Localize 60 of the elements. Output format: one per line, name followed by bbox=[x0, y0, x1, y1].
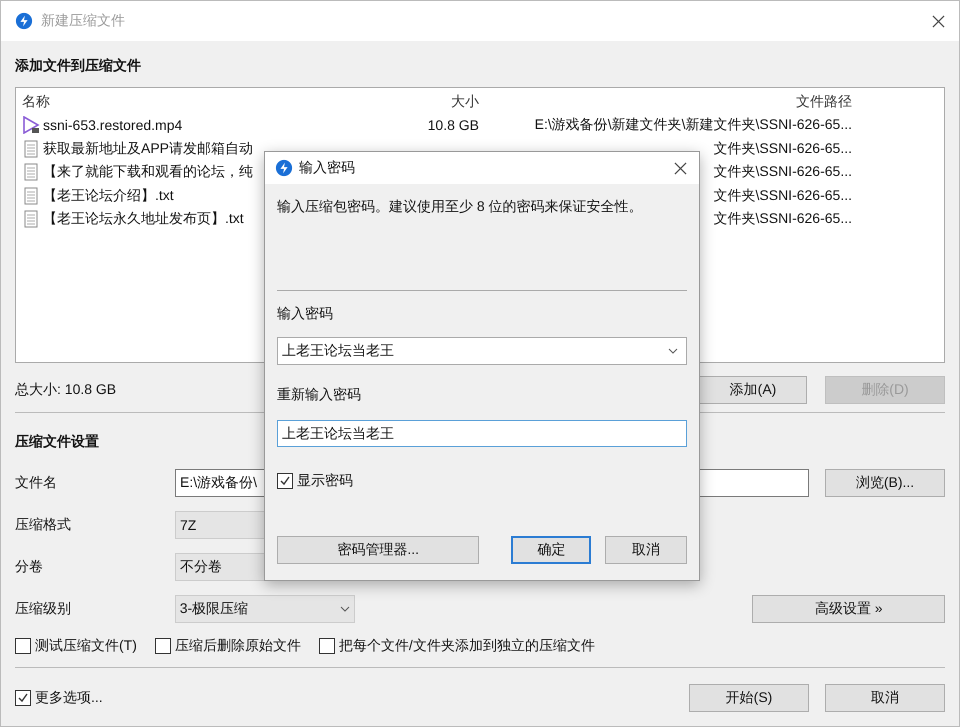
caret-icon bbox=[668, 348, 678, 354]
checkbox-label: 更多选项... bbox=[35, 689, 103, 707]
password-combo-box[interactable]: 上老王论坛当老王 bbox=[277, 337, 687, 365]
file-size: 10.8 GB bbox=[428, 117, 479, 134]
file-path: E:\游戏备份\新建文件夹\新建文件夹\SSNI-626-65... bbox=[534, 116, 852, 132]
password-manager-button[interactable]: 密码管理器... bbox=[277, 536, 480, 564]
app-logo-icon bbox=[15, 12, 33, 30]
checkmark-icon bbox=[279, 475, 291, 487]
document-icon bbox=[22, 186, 40, 205]
password-field[interactable]: 上老王论坛当老王 bbox=[277, 420, 687, 447]
field-label: 重新输入密码 bbox=[277, 386, 362, 404]
section-heading: 添加文件到压缩文件 bbox=[15, 57, 141, 75]
file-name: ssni-653.restored.mp4 bbox=[43, 117, 182, 134]
app-logo-icon bbox=[275, 159, 293, 177]
caret-icon bbox=[340, 606, 350, 612]
field-label: 压缩格式 bbox=[15, 516, 72, 534]
file-name: 【老王论坛介绍】.txt bbox=[43, 186, 174, 205]
file-path: 文件夹\SSNI-626-65... bbox=[714, 186, 852, 203]
file-path: 文件夹\SSNI-626-65... bbox=[714, 210, 852, 226]
field-label: 分卷 bbox=[15, 558, 44, 576]
checkbox-label: 压缩后删除原始文件 bbox=[174, 637, 301, 655]
column-header[interactable]: 文件路径 bbox=[497, 92, 852, 111]
column-header[interactable]: 大小 bbox=[387, 92, 497, 111]
checkbox[interactable] bbox=[277, 473, 293, 489]
file-name: 【老王论坛永久地址发布页】.txt bbox=[43, 210, 244, 228]
checkbox-label: 测试压缩文件(T) bbox=[35, 637, 137, 655]
field-label: 压缩级别 bbox=[15, 600, 72, 618]
checkbox[interactable] bbox=[15, 638, 31, 654]
file-name: 【来了就能下载和观看的论坛，纯 bbox=[43, 163, 253, 182]
close-icon[interactable] bbox=[932, 14, 945, 28]
checkmark-icon bbox=[17, 692, 29, 704]
dropdown-field[interactable]: 3-极限压缩 bbox=[174, 595, 356, 623]
window-title: 新建压缩文件 bbox=[41, 12, 126, 30]
field-label: 输入密码 bbox=[277, 305, 334, 323]
ok-button[interactable]: 确定 bbox=[511, 536, 592, 564]
document-icon bbox=[22, 210, 40, 228]
checkbox[interactable] bbox=[154, 638, 171, 654]
start-button[interactable]: 开始(S) bbox=[689, 684, 809, 712]
checkbox[interactable] bbox=[15, 690, 31, 706]
file-name: 获取最新地址及APP请发邮箱自动 bbox=[43, 140, 254, 158]
file-path: 文件夹\SSNI-626-65... bbox=[714, 140, 852, 156]
browse-button[interactable]: 浏览(B)... bbox=[825, 469, 945, 497]
close-icon[interactable] bbox=[674, 162, 687, 174]
cancel-button[interactable]: 取消 bbox=[605, 536, 688, 564]
checkbox-label: 把每个文件/文件夹添加到独立的压缩文件 bbox=[338, 637, 595, 655]
column-header[interactable]: 名称 bbox=[18, 92, 387, 111]
advanced-settings-button[interactable]: 高级设置 » bbox=[752, 595, 945, 623]
add-button[interactable]: 添加(A) bbox=[699, 376, 807, 404]
document-icon bbox=[22, 140, 40, 158]
dialog-title: 输入密码 bbox=[299, 159, 356, 177]
field-label: 文件名 bbox=[15, 474, 58, 492]
file-path: 文件夹\SSNI-626-65... bbox=[714, 163, 852, 180]
cancel-button[interactable]: 取消 bbox=[825, 684, 945, 712]
section-heading: 压缩文件设置 bbox=[15, 433, 99, 451]
checkbox[interactable] bbox=[318, 638, 335, 654]
dialog-description: 输入压缩包密码。建议使用至少 8 位的密码来保证安全性。 bbox=[277, 198, 644, 216]
video-file-icon bbox=[22, 116, 40, 134]
total-size: 总大小: 10.8 GB bbox=[15, 381, 116, 399]
checkbox-label: 显示密码 bbox=[297, 472, 353, 490]
document-icon bbox=[22, 163, 40, 182]
